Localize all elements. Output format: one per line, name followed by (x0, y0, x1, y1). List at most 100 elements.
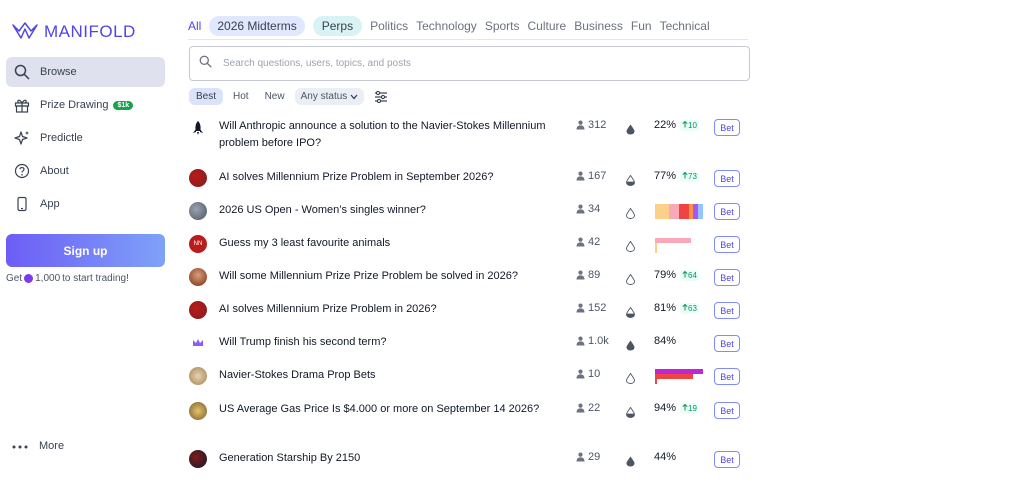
traders-count: 34 (576, 203, 600, 215)
market-title[interactable]: Navier-Stokes Drama Prop Bets (219, 367, 549, 384)
sidebar-item-label: Prize Drawing (40, 99, 109, 111)
sidebar-item-about[interactable]: About (6, 156, 165, 186)
market-title[interactable]: Will Anthropic announce a solution to th… (219, 118, 549, 152)
sidebar-item-predictle[interactable]: Predictle (6, 123, 165, 153)
probability-change-value: 63 (688, 303, 697, 313)
market-row[interactable]: Will some Millennium Prize Prize Problem… (189, 267, 749, 300)
market-avatar[interactable] (189, 367, 207, 385)
probability: 44% (654, 451, 676, 463)
traders-icon (576, 171, 585, 181)
sidebar-item-prize-drawing[interactable]: Prize Drawing $1k (6, 90, 165, 120)
liquidity-indicator (626, 305, 635, 323)
brand-name: MANIFOLD (44, 22, 136, 41)
market-title[interactable]: Will some Millennium Prize Prize Problem… (219, 268, 549, 285)
tab-2026-midterms[interactable]: 2026 Midterms (209, 15, 305, 36)
liquidity-drop-icon (626, 207, 635, 219)
traders-value: 312 (588, 119, 607, 131)
answer-bar (678, 204, 689, 219)
filter-settings-icon[interactable] (374, 90, 388, 103)
probability: 77% 73 (654, 170, 699, 182)
market-title[interactable]: 2026 US Open - Women’s singles winner? (219, 202, 549, 219)
traders-icon (576, 369, 585, 379)
more-menu[interactable]: More (12, 440, 64, 452)
bet-button[interactable]: Bet (714, 119, 740, 136)
market-title[interactable]: AI solves Millennium Prize Problem in Se… (219, 169, 549, 186)
bet-button[interactable]: Bet (714, 236, 740, 253)
traders-count: 1.0k (576, 335, 609, 347)
liquidity-drop-icon (626, 124, 635, 135)
answers-bar (655, 238, 691, 253)
bet-button[interactable]: Bet (714, 269, 740, 286)
sidebar-item-app[interactable]: App (6, 189, 165, 219)
search-input[interactable] (221, 57, 721, 70)
traders-icon (576, 270, 585, 280)
bet-button[interactable]: Bet (714, 402, 740, 419)
bet-button[interactable]: Bet (714, 170, 740, 187)
traders-icon (576, 452, 585, 462)
tab-business[interactable]: Business (574, 16, 623, 36)
probability-change-value: 73 (688, 171, 697, 181)
tab-sports[interactable]: Sports (485, 16, 520, 36)
market-avatar[interactable] (189, 402, 207, 420)
market-row[interactable]: NN Guess my 3 least favourite animals 42 Be… (189, 234, 749, 267)
liquidity-indicator (626, 454, 635, 472)
market-row[interactable]: Navier-Stokes Drama Prop Bets 10 Bet (189, 366, 749, 399)
sidebar-item-browse[interactable]: Browse (6, 57, 165, 87)
signup-note-amount: 1,000 (35, 273, 61, 284)
market-avatar[interactable]: NN (189, 235, 207, 253)
bet-button[interactable]: Bet (714, 302, 740, 319)
answer-bar-stem (655, 379, 657, 384)
signup-note-prefix: Get (6, 273, 23, 284)
crane-logo-icon (12, 22, 38, 39)
sort-new-button[interactable]: New (259, 88, 291, 105)
tab-technical[interactable]: Technical (660, 16, 710, 36)
status-dropdown[interactable]: Any status (294, 88, 365, 105)
sidebar-nav: Browse Prize Drawing $1k Predictle About… (6, 57, 165, 222)
tab-perps[interactable]: Perps (312, 15, 363, 36)
probability-change-value: 19 (688, 403, 697, 413)
market-title[interactable]: AI solves Millennium Prize Problem in 20… (219, 301, 549, 318)
tab-politics[interactable]: Politics (370, 16, 408, 36)
liquidity-indicator (626, 272, 635, 290)
market-row[interactable]: Generation Starship By 2150 29 44% Bet (189, 449, 749, 482)
probability-change: 10 (680, 119, 699, 131)
sign-up-button[interactable]: Sign up (6, 234, 165, 267)
market-avatar[interactable] (189, 450, 207, 468)
traders-icon (576, 303, 585, 313)
bet-button[interactable]: Bet (714, 203, 740, 220)
bet-button[interactable]: Bet (714, 451, 740, 468)
market-avatar[interactable] (189, 202, 207, 220)
traders-count: 22 (576, 402, 600, 414)
more-label: More (39, 440, 65, 452)
probability: 81% 63 (654, 302, 699, 314)
probability-change: 63 (680, 302, 699, 314)
market-avatar[interactable] (189, 268, 207, 286)
sort-hot-button[interactable]: Hot (227, 88, 255, 105)
tab-culture[interactable]: Culture (528, 16, 567, 36)
bet-button[interactable]: Bet (714, 368, 740, 385)
market-row[interactable]: AI solves Millennium Prize Problem in Se… (189, 168, 749, 201)
tab-fun[interactable]: Fun (631, 16, 652, 36)
market-title[interactable]: Generation Starship By 2150 (219, 450, 549, 467)
market-avatar[interactable] (189, 169, 207, 187)
market-title[interactable]: US Average Gas Price Is $4.000 or more o… (219, 401, 549, 418)
bet-button[interactable]: Bet (714, 335, 740, 352)
tab-technology[interactable]: Technology (416, 16, 477, 36)
market-title[interactable]: Will Trump finish his second term? (219, 334, 549, 351)
market-row[interactable]: Will Trump finish his second term? 1.0k 84… (189, 333, 749, 366)
market-row[interactable]: US Average Gas Price Is $4.000 or more o… (189, 399, 749, 449)
market-avatar[interactable] (189, 119, 207, 137)
market-row[interactable]: AI solves Millennium Prize Problem in 20… (189, 300, 749, 333)
market-avatar[interactable] (189, 301, 207, 319)
market-title[interactable]: Guess my 3 least favourite animals (219, 235, 549, 252)
sort-best-button[interactable]: Best (189, 88, 224, 105)
market-row[interactable]: 2026 US Open - Women’s singles winner? 34… (189, 201, 749, 234)
market-avatar[interactable] (189, 334, 207, 352)
tab-all[interactable]: All (188, 16, 201, 36)
traders-value: 10 (588, 368, 601, 380)
market-row[interactable]: Will Anthropic announce a solution to th… (189, 116, 749, 168)
status-dropdown-label: Any status (300, 91, 348, 102)
traders-value: 1.0k (588, 335, 609, 347)
manifold-logo[interactable]: MANIFOLD (12, 22, 136, 42)
traders-value: 29 (588, 451, 601, 463)
